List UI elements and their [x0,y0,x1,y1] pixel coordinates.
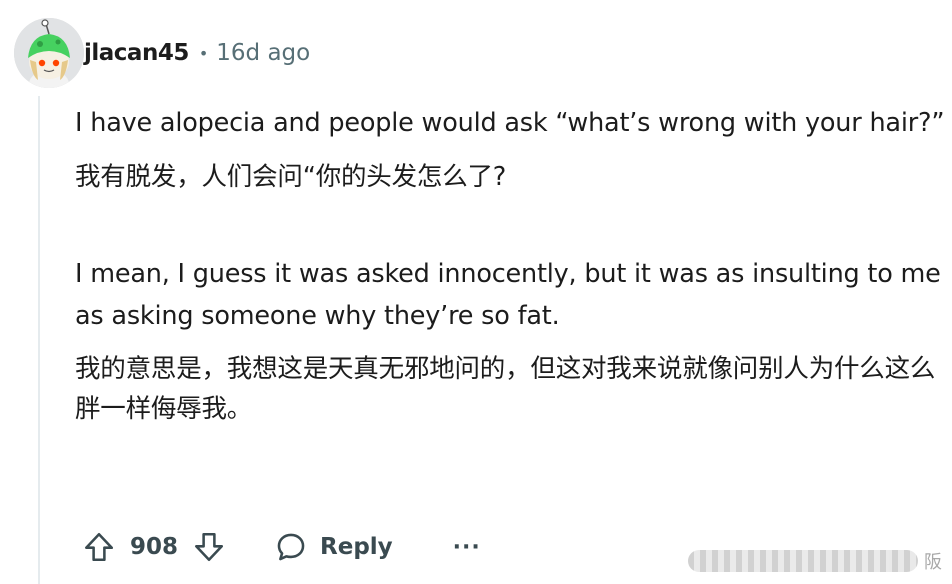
arrow-up-icon [84,532,114,562]
downvote-button[interactable] [192,530,226,564]
speech-bubble-icon [277,533,305,561]
vote-count: 908 [130,534,179,560]
comment-paragraph: I mean, I guess it was asked innocently,… [75,259,941,331]
snoo-avatar-icon [14,18,84,88]
upvote-button[interactable] [82,530,116,564]
comment-actions: 908 Reply ··· [82,525,481,569]
comment-paragraph: 我的意思是，我想这是天真无邪地问的，但这对我来说就像问别人为什么这么胖一样侮辱我… [75,354,936,424]
comment-header: jlacan45 • 16d ago [14,18,310,88]
thread-line[interactable] [38,96,40,584]
watermark-bar [688,550,918,572]
timestamp[interactable]: 16d ago [216,40,310,66]
reply-button[interactable]: Reply [274,530,393,564]
comment-paragraph: I have alopecia and people would ask “wh… [75,108,945,138]
username[interactable]: jlacan45 [84,40,189,66]
arrow-down-icon [194,532,224,562]
avatar[interactable] [14,18,84,88]
meta-separator: • [198,43,209,63]
comment-paragraph: 我有脱发，人们会问“你的头发怎么了? [75,162,507,192]
watermark-text: 阪 [924,552,942,573]
watermark: 阪 [688,548,942,574]
reply-label: Reply [320,534,393,560]
comment-body: I have alopecia and people would ask “wh… [75,100,945,429]
more-options-button[interactable]: ··· [453,535,481,560]
